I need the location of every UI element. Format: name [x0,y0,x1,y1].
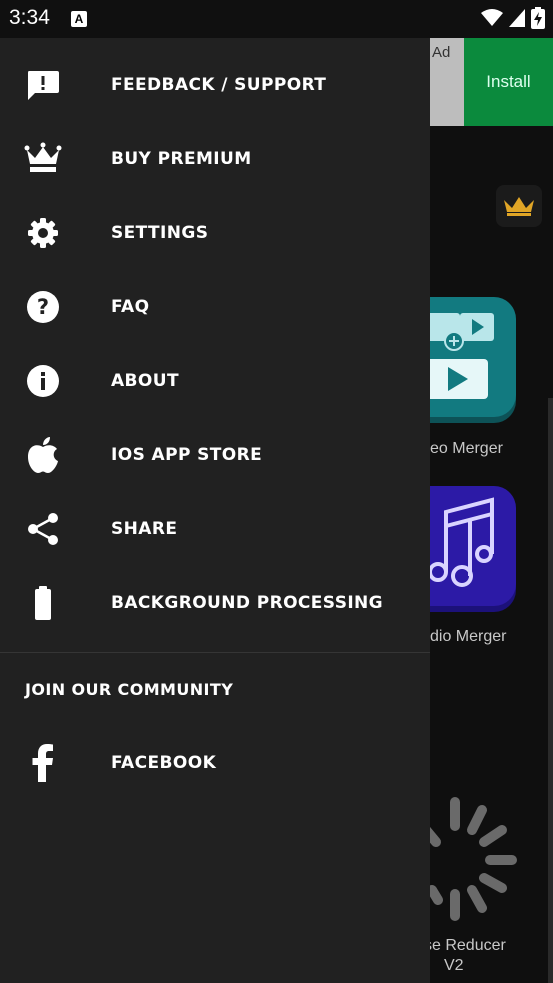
ad-banner[interactable]: Ad Install [430,38,553,126]
community-section-title: JOIN OUR COMMUNITY [25,680,234,699]
share-icon [24,510,62,548]
menu-item-faq[interactable]: ? FAQ [0,272,430,342]
menu-item-label: SETTINGS [111,223,209,243]
menu-item-label: BUY PREMIUM [111,149,252,169]
signal-icon [509,9,525,27]
help-icon: ? [24,288,62,326]
menu-item-label: BACKGROUND PROCESSING [111,593,384,613]
status-bar: 3:34 A [0,0,553,38]
menu-item-label: IOS APP STORE [111,445,263,465]
gear-icon [24,214,62,252]
audio-merger-label: dio Merger [430,628,507,645]
svg-text:?: ? [37,295,49,319]
menu-item-label: FAQ [111,297,150,317]
noise-reducer-version: V2 [444,957,464,974]
crown-icon [504,197,534,216]
feedback-icon [24,66,62,104]
noise-reducer-label: se Reducer [424,937,506,954]
menu-item-ios-app-store[interactable]: IOS APP STORE [0,420,430,490]
video-merger-label: eo Merger [430,440,503,457]
scrollbar[interactable] [548,398,553,983]
menu-item-facebook[interactable]: FACEBOOK [0,728,430,798]
menu-item-about[interactable]: ABOUT [0,346,430,416]
facebook-icon [24,744,62,782]
navigation-drawer: FEEDBACK / SUPPORT BUY PREMIUM SETTINGS … [0,38,430,983]
menu-item-label: SHARE [111,519,178,539]
battery-icon [24,584,62,622]
ad-image: Ad [430,38,464,126]
premium-crown-button[interactable] [496,185,542,227]
menu-item-label: ABOUT [111,371,179,391]
wifi-icon [481,9,503,26]
info-icon [24,362,62,400]
install-button[interactable]: Install [464,38,553,126]
status-icons [481,7,545,29]
menu-item-share[interactable]: SHARE [0,494,430,564]
menu-item-label: FACEBOOK [111,753,217,773]
ad-label: Ad [432,44,451,61]
menu-item-feedback[interactable]: FEEDBACK / SUPPORT [0,50,430,120]
apple-icon [24,436,62,474]
menu-item-background-processing[interactable]: BACKGROUND PROCESSING [0,568,430,638]
battery-charging-icon [531,7,545,29]
menu-item-label: FEEDBACK / SUPPORT [111,75,327,95]
status-time: 3:34 [9,6,50,29]
notification-icon: A [71,11,87,27]
drawer-divider [0,652,430,653]
menu-item-buy-premium[interactable]: BUY PREMIUM [0,124,430,194]
crown-icon [24,140,62,178]
menu-item-settings[interactable]: SETTINGS [0,198,430,268]
